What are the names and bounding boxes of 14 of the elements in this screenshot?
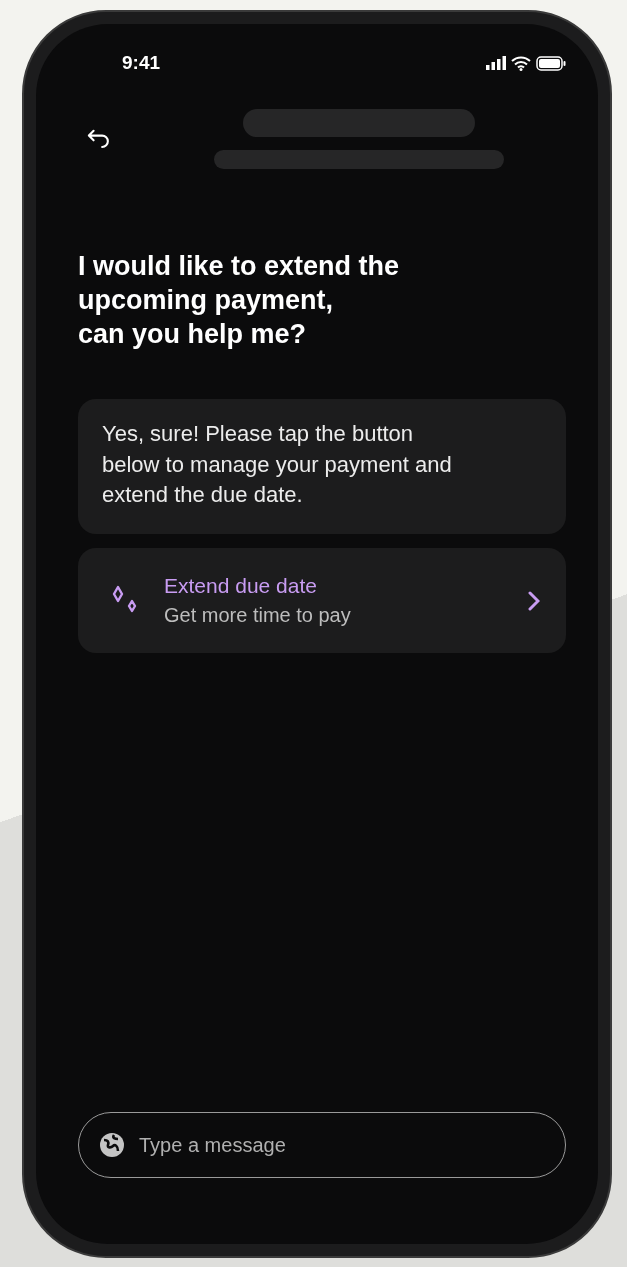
back-button[interactable] <box>86 128 112 150</box>
action-subtitle: Get more time to pay <box>164 604 352 628</box>
action-title: Extend due date <box>164 574 318 599</box>
back-arrow-icon <box>86 128 112 150</box>
user-message: I would like to extend the upcoming payment, can you help me? <box>78 250 401 351</box>
extend-due-date-button[interactable]: Extend due date Get more time to pay <box>78 548 566 654</box>
status-time: 9:41 <box>122 52 161 74</box>
wifi-icon <box>511 55 531 71</box>
message-input[interactable]: Type a message <box>137 1132 545 1158</box>
chevron-right-icon <box>528 590 540 611</box>
battery-icon <box>536 55 566 71</box>
globe-icon <box>99 1132 125 1158</box>
signal-icon <box>486 56 506 70</box>
reply-message: Yes, sure! Please tap the button below to manage your payment and extend the due date. <box>78 399 566 535</box>
